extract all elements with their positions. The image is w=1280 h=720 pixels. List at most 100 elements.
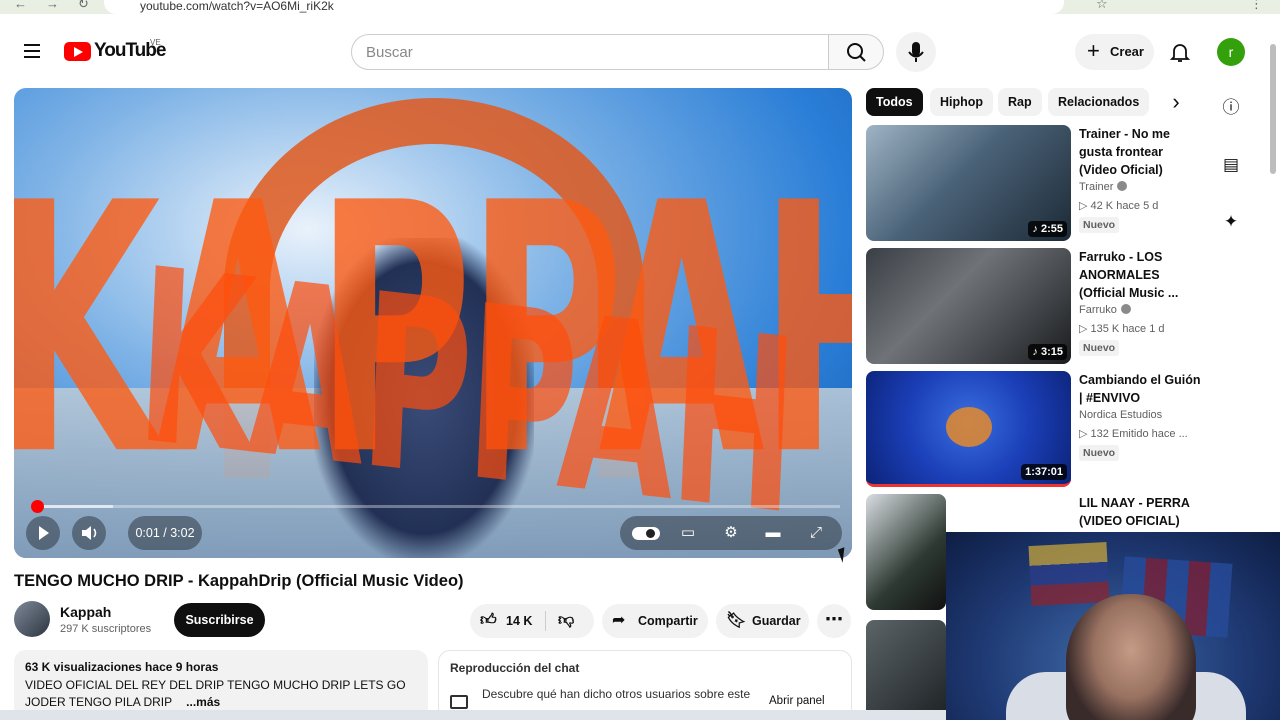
video-thumbnail[interactable]: 1:37:01 [866,371,1071,487]
related-video[interactable]: ♪ 3:15 Farruko - LOS ANORMALES (Official… [866,248,1206,364]
chip-hiphop[interactable]: Hiphop [930,88,994,116]
masthead: YouTube VE + Crear r [0,14,1280,86]
like-thumb-icon[interactable]: 👍︎ [480,604,497,638]
related-channel[interactable]: Farruko [1079,304,1131,316]
search-icon [847,43,866,62]
volume-icon [82,526,97,540]
settings-gear-icon[interactable]: ⚙ [713,516,749,550]
like-dislike-pill: 👍︎ 14 K 👎︎ [470,604,594,638]
video-thumbnail[interactable] [866,620,946,720]
info-icon[interactable]: ⓘ [1218,95,1244,121]
related-video-title[interactable]: LIL NAAY - PERRA (VIDEO OFICIAL) [1079,494,1201,530]
chip-todos[interactable]: Todos [866,88,923,116]
new-badge: Nuevo [1079,217,1120,233]
duration-badge: ♪ 3:15 [1028,344,1067,360]
more-actions-icon[interactable]: ⋯ [817,604,851,638]
play-button[interactable] [26,516,60,550]
microphone-icon [908,42,924,62]
voice-search-button[interactable] [896,32,936,72]
verified-icon [1117,181,1128,191]
related-stats: ▷ 42 K hace 5 d [1079,200,1159,212]
theater-mode-icon[interactable]: ▬ [755,516,791,550]
thumbnail-logo-icon [946,407,992,447]
chip-relacionados[interactable]: Relacionados [1048,88,1150,116]
autoplay-toggle[interactable] [632,527,660,540]
duration-badge: 1:37:01 [1021,464,1067,480]
plus-icon: + [1087,38,1100,63]
forward-arrow-icon[interactable]: → [46,0,59,11]
chip-rap[interactable]: Rap [998,88,1042,116]
search-input[interactable] [352,35,828,69]
bookmark-star-icon[interactable]: ☆ [1096,0,1108,12]
related-video[interactable]: ♪ 2:55 Trainer - No me gusta frontear (V… [866,125,1206,241]
address-bar[interactable]: youtube.com/watch?v=AO6Mi_riK2k [104,0,1064,14]
channel-name[interactable]: Kappah [60,604,111,620]
flag-venezuela [1028,542,1110,606]
search-button[interactable] [828,34,884,70]
related-video[interactable]: 1:37:01 Cambiando el Guión | #ENVIVO Nor… [866,371,1206,487]
new-badge: Nuevo [1079,340,1120,356]
menu-icon[interactable] [24,44,40,58]
streamer-face [1066,594,1196,720]
progress-scrubber[interactable] [30,500,44,513]
video-thumbnail[interactable] [866,494,946,610]
share-arrow-icon: ➦ [612,612,626,629]
back-arrow-icon[interactable]: ← [14,0,27,11]
video-thumbnail[interactable]: ♪ 2:55 [866,125,1071,241]
duration-badge: ♪ 2:55 [1028,221,1067,237]
chevron-right-icon[interactable]: › [1162,88,1190,116]
volume-button[interactable] [72,516,106,550]
new-badge: Nuevo [1079,445,1120,461]
progress-bar[interactable] [30,500,840,513]
related-stats: ▷ 132 Emitido hace ... [1079,428,1188,440]
youtube-play-icon [64,41,91,61]
show-more-link[interactable]: ...más [186,695,220,709]
country-code: VE [150,38,161,47]
related-stats: ▷ 135 K hace 1 d [1079,323,1165,335]
comments-icon[interactable]: ▤ [1218,152,1244,178]
share-label: Compartir [638,614,698,628]
create-label: Crear [1110,44,1144,59]
reload-icon[interactable]: ↻ [78,0,89,12]
scrollbar-thumb[interactable] [1270,44,1276,174]
notifications-bell-icon[interactable] [1168,40,1192,64]
player-right-controls: ▭ ⚙ ▬ ⤢ [620,516,842,550]
save-label: Guardar [752,614,801,628]
video-title: TENGO MUCHO DRIP - KappahDrip (Official … [14,572,464,590]
verified-icon [1120,304,1131,314]
chat-icon [450,695,468,709]
fullscreen-icon[interactable]: ⤢ [798,516,834,550]
related-video-title[interactable]: Farruko - LOS ANORMALES (Official Music … [1079,248,1201,302]
related-channel[interactable]: Nordica Estudios [1079,409,1162,421]
related-video-title[interactable]: Trainer - No me gusta frontear (Video Of… [1079,125,1201,179]
webcam-overlay [946,532,1280,720]
open-panel-button[interactable]: Abrir panel [769,695,825,707]
save-button[interactable]: 🔖︎ Guardar [716,604,809,638]
dislike-thumb-icon[interactable]: 👎︎ [558,604,574,638]
search-box [351,34,829,70]
video-player[interactable]: KAPPAH KAPPAH 0:01 / 3:02 ▭ ⚙ ▬ ⤢ [14,88,852,558]
subtitles-icon[interactable]: ▭ [670,516,706,550]
channel-avatar[interactable] [14,601,50,637]
like-count[interactable]: 14 K [506,604,532,638]
sparkle-icon[interactable]: ✦ [1218,209,1244,235]
related-channel[interactable]: Trainer [1079,181,1128,193]
browser-menu-icon[interactable]: ⋮ [1250,0,1263,12]
time-display: 0:01 / 3:02 [128,516,202,550]
subscribe-button[interactable]: Suscribirse [174,603,265,637]
browser-toolbar: ← → ↻ youtube.com/watch?v=AO6Mi_riK2k ☆ … [0,0,1280,14]
create-button[interactable]: + Crear [1075,34,1154,70]
play-icon [39,526,49,540]
subscriber-count: 297 K suscriptores [60,623,152,635]
share-button[interactable]: ➦ Compartir [602,604,708,638]
chat-replay-description: Descubre qué han dicho otros usuarios so… [482,687,751,701]
account-avatar[interactable]: r [1217,38,1245,66]
video-thumbnail[interactable]: ♪ 3:15 [866,248,1071,364]
chat-replay-title: Reproducción del chat [450,661,580,675]
related-video-title[interactable]: Cambiando el Guión | #ENVIVO [1079,371,1201,407]
view-count-date: 63 K visualizaciones hace 9 horas [25,660,219,674]
progress-buffered [32,505,113,508]
youtube-logo[interactable]: YouTube VE [64,38,166,61]
os-taskbar [0,710,946,720]
bookmark-icon: 🔖︎ [726,612,747,629]
